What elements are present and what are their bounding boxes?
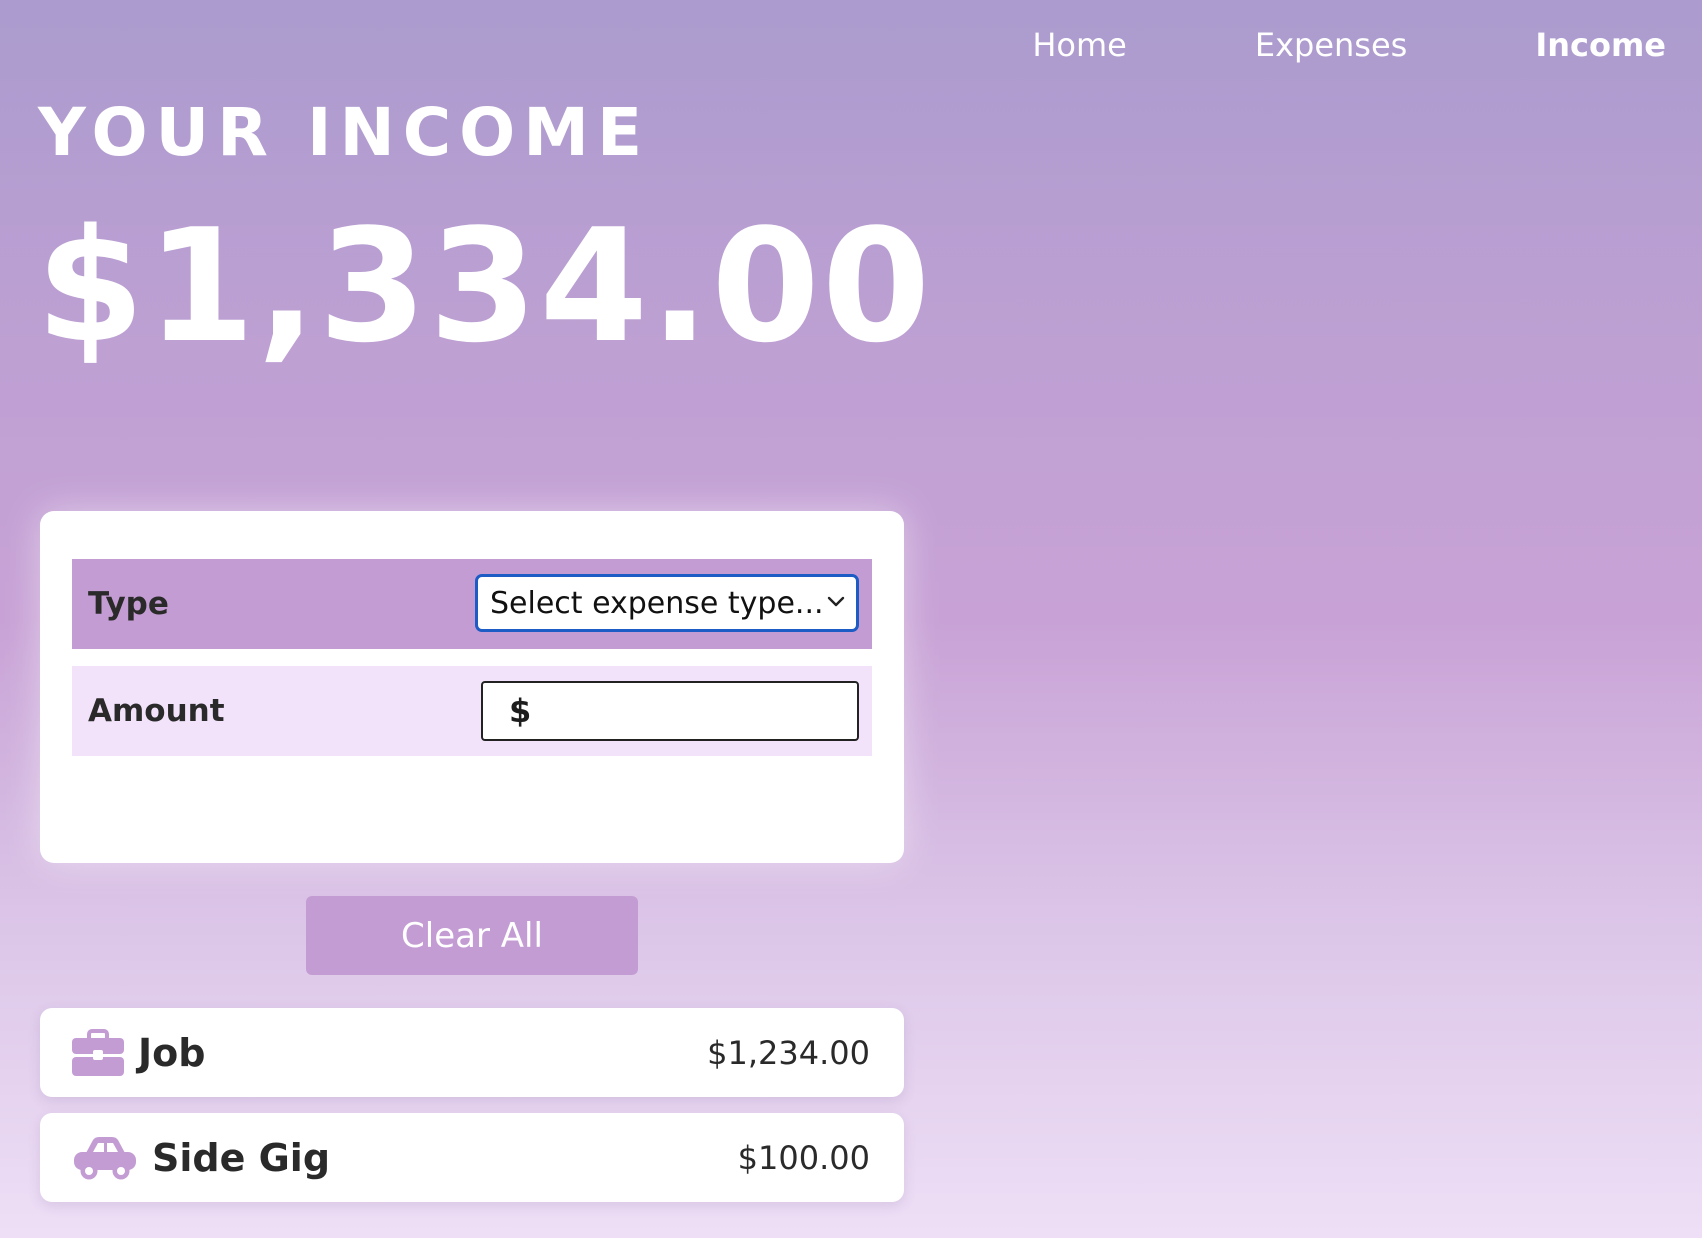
income-item-side-gig[interactable]: Side Gig $100.00 (40, 1113, 904, 1202)
currency-prefix: $ (509, 692, 532, 730)
clear-all-button[interactable]: Clear All (306, 896, 638, 975)
chevron-down-icon (827, 596, 845, 607)
income-item-amount: $100.00 (737, 1138, 870, 1177)
briefcase-icon (72, 1028, 124, 1077)
amount-label: Amount (88, 693, 225, 729)
type-row: Type Select expense type... (72, 559, 872, 649)
income-form-card: Type Select expense type... Amount $ (40, 511, 904, 863)
car-icon (72, 1135, 138, 1181)
type-select-value: Select expense type... (490, 585, 824, 621)
nav-income-link[interactable]: Income (1535, 26, 1666, 64)
amount-row: Amount $ (72, 666, 872, 756)
nav-expenses-link[interactable]: Expenses (1255, 26, 1407, 64)
type-select[interactable]: Select expense type... (475, 574, 859, 632)
amount-input[interactable]: $ (481, 681, 859, 741)
nav-home-link[interactable]: Home (1032, 26, 1127, 64)
income-item-name: Side Gig (152, 1135, 331, 1180)
income-item-job[interactable]: Job $1,234.00 (40, 1008, 904, 1097)
income-item-name: Job (138, 1030, 206, 1075)
type-label: Type (88, 586, 169, 622)
page-title: YOUR INCOME (38, 94, 651, 171)
income-total: $1,334.00 (36, 195, 933, 377)
top-nav: Home Expenses Income (1032, 26, 1666, 64)
income-item-amount: $1,234.00 (707, 1033, 870, 1072)
